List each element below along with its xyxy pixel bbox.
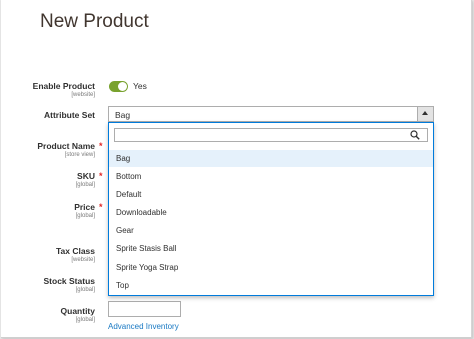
option-item[interactable]: Gear <box>109 222 433 239</box>
tax-class-scope: [website] <box>71 257 95 263</box>
quantity-label-text: Quantity <box>60 306 95 316</box>
attribute-set-label-text: Attribute Set <box>44 110 95 120</box>
attribute-set-toggle-button[interactable] <box>417 107 433 121</box>
quantity-label: Quantity [global] <box>1 306 95 323</box>
option-label: Gear <box>116 226 134 235</box>
search-icon[interactable] <box>410 130 420 140</box>
attribute-set-value: Bag <box>115 110 131 120</box>
option-label: Top <box>116 281 129 290</box>
advanced-inventory-link[interactable]: Advanced Inventory <box>108 322 179 331</box>
product-name-scope: [store view] <box>64 152 95 158</box>
stock-status-label: Stock Status [global] <box>1 276 96 293</box>
attribute-set-label: Attribute Set <box>1 110 95 120</box>
product-name-required-mark: * <box>99 141 103 151</box>
sku-scope: [global] <box>75 182 95 188</box>
quantity-input[interactable] <box>108 301 181 317</box>
option-item[interactable]: Downloadable <box>109 204 433 221</box>
option-label: Default <box>116 190 142 199</box>
enable-product-value: Yes <box>133 81 147 91</box>
toggle-knob <box>118 82 127 91</box>
product-name-label: Product Name [store view] <box>1 141 95 158</box>
option-label: Downloadable <box>116 208 167 217</box>
option-item[interactable]: Sprite Stasis Ball <box>109 240 433 257</box>
chevron-up-icon <box>422 111 428 115</box>
product-name-label-text: Product Name <box>37 141 95 151</box>
attribute-set-select[interactable]: Bag <box>108 106 434 122</box>
product-form-page: New Product Enable Product [website] Yes… <box>1 0 472 338</box>
option-label: Sprite Stasis Ball <box>116 244 177 253</box>
price-scope: [global] <box>75 213 95 219</box>
tax-class-label: Tax Class [website] <box>1 246 95 263</box>
enable-product-scope: [website] <box>71 92 95 98</box>
enable-product-toggle[interactable] <box>109 81 128 92</box>
option-item[interactable]: Bag <box>109 150 433 167</box>
price-label-text: Price <box>74 202 95 212</box>
tax-class-label-text: Tax Class <box>55 246 95 256</box>
price-label: Price [global] <box>1 202 95 219</box>
option-label: Sprite Yoga Strap <box>116 263 179 272</box>
option-item[interactable]: Bottom <box>109 168 433 185</box>
attribute-set-search-input[interactable] <box>114 128 428 142</box>
quantity-scope: [global] <box>75 317 95 323</box>
attribute-set-dropdown: Bag Bottom Default Downloadable Gear Spr… <box>108 122 434 296</box>
page-title: New Product <box>40 11 149 32</box>
option-label: Bottom <box>116 172 142 181</box>
enable-product-label: Enable Product [website] <box>1 81 95 98</box>
sku-label-text: SKU <box>77 171 95 181</box>
option-item[interactable]: Default <box>109 186 433 203</box>
option-item[interactable]: Sprite Yoga Strap <box>109 259 433 276</box>
sku-required-mark: * <box>99 171 103 181</box>
stock-status-label-text: Stock Status <box>43 276 96 286</box>
option-item[interactable]: Top <box>109 277 433 294</box>
price-required-mark: * <box>99 202 103 212</box>
stock-status-scope: [global] <box>75 287 95 293</box>
option-label: Bag <box>116 154 131 163</box>
enable-product-label-text: Enable Product <box>32 81 95 91</box>
sku-label: SKU [global] <box>1 171 95 188</box>
